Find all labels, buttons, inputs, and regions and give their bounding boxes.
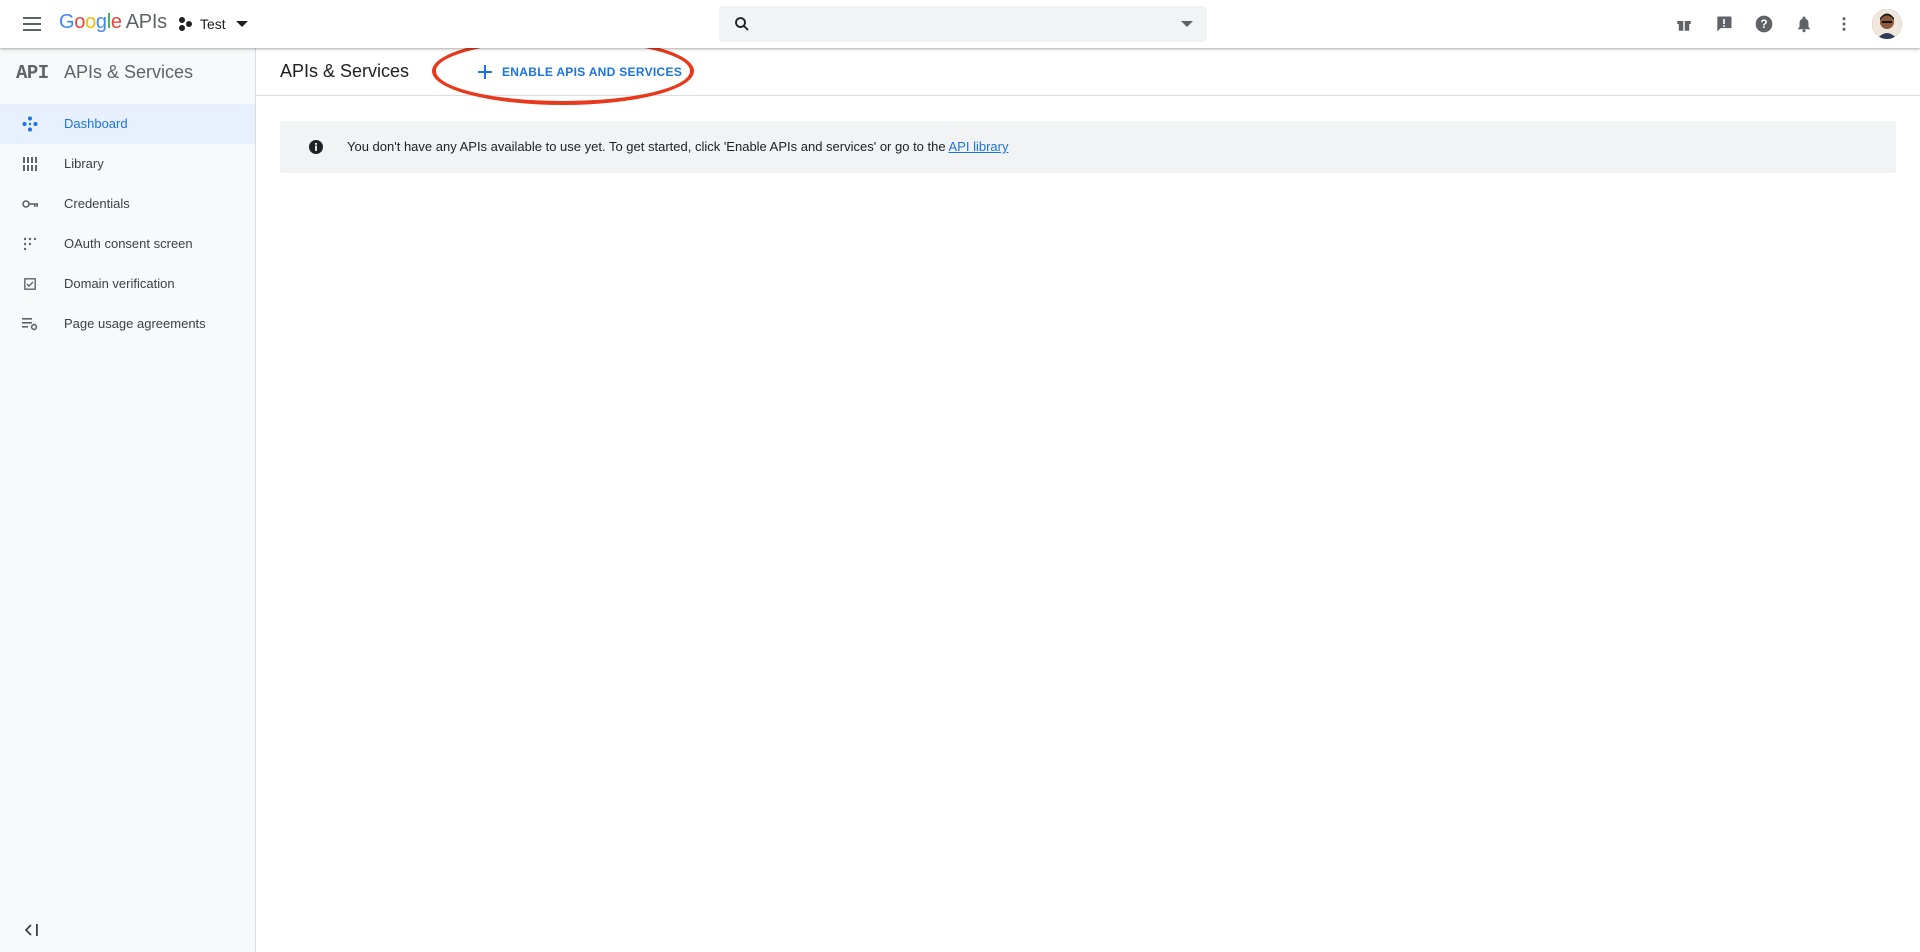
project-icon [179, 17, 192, 31]
oauth-icon [20, 234, 40, 254]
sidebar-item-dashboard[interactable]: Dashboard [0, 104, 255, 144]
library-icon [20, 154, 40, 174]
sidebar-item-domain-verification[interactable]: Domain verification [0, 264, 255, 304]
top-app-bar: Google APIs Test ? [0, 0, 1920, 48]
api-library-link[interactable]: API library [949, 139, 1009, 154]
more-vert-icon[interactable] [1832, 12, 1856, 36]
chevron-down-icon [235, 21, 248, 27]
main-content: APIs & Services ENABLE APIS AND SERVICES… [256, 37, 1920, 952]
dashboard-icon [20, 114, 40, 134]
project-selector[interactable]: Test [178, 12, 248, 36]
sidebar-item-label: OAuth consent screen [64, 236, 193, 251]
menu-icon[interactable] [20, 12, 44, 36]
list-settings-icon [20, 314, 40, 334]
info-banner: You don't have any APIs available to use… [280, 121, 1896, 173]
search-icon [735, 17, 749, 31]
enable-apis-button-label: ENABLE APIS AND SERVICES [502, 65, 683, 79]
sidebar-item-label: Dashboard [64, 116, 128, 131]
sidebar-title: APIs & Services [64, 62, 194, 82]
sidebar: API APIs & Services Dashboard Library Cr… [0, 48, 256, 952]
logo-suffix: APIs [125, 11, 167, 33]
help-icon[interactable]: ? [1752, 12, 1776, 36]
page-header: APIs & Services ENABLE APIS AND SERVICES [256, 37, 1920, 105]
api-logo-icon: API [16, 62, 49, 84]
info-message: You don't have any APIs available to use… [347, 139, 1008, 154]
domain-check-icon [20, 274, 40, 294]
sidebar-item-label: Credentials [64, 196, 130, 211]
search-options-chevron-icon[interactable] [1181, 21, 1193, 27]
svg-text:?: ? [1760, 18, 1767, 31]
sidebar-header: API APIs & Services [0, 48, 255, 96]
info-icon [309, 140, 323, 154]
sidebar-item-credentials[interactable]: Credentials [0, 184, 255, 224]
sidebar-item-label: Domain verification [64, 276, 175, 291]
sidebar-item-page-usage-agreements[interactable]: Page usage agreements [0, 304, 255, 344]
page-title: APIs & Services [280, 61, 410, 81]
search-box[interactable] [719, 6, 1207, 42]
sidebar-item-library[interactable]: Library [0, 144, 255, 184]
sidebar-item-label: Page usage agreements [64, 316, 206, 331]
search-input[interactable] [767, 6, 1157, 42]
key-icon [20, 194, 40, 214]
google-apis-logo[interactable]: Google APIs [59, 11, 167, 34]
avatar[interactable] [1872, 9, 1902, 39]
gift-icon[interactable] [1672, 12, 1696, 36]
plus-icon [478, 65, 492, 79]
collapse-sidebar-icon[interactable] [20, 918, 44, 942]
sidebar-item-oauth-consent[interactable]: OAuth consent screen [0, 224, 255, 264]
sidebar-item-label: Library [64, 156, 104, 171]
info-message-text: You don't have any APIs available to use… [347, 139, 949, 154]
notifications-icon[interactable] [1792, 12, 1816, 36]
sidebar-nav: Dashboard Library Credentials OAuth cons… [0, 104, 255, 344]
feedback-icon[interactable] [1712, 12, 1736, 36]
enable-apis-button[interactable]: ENABLE APIS AND SERVICES [464, 54, 694, 90]
project-name: Test [200, 16, 226, 32]
